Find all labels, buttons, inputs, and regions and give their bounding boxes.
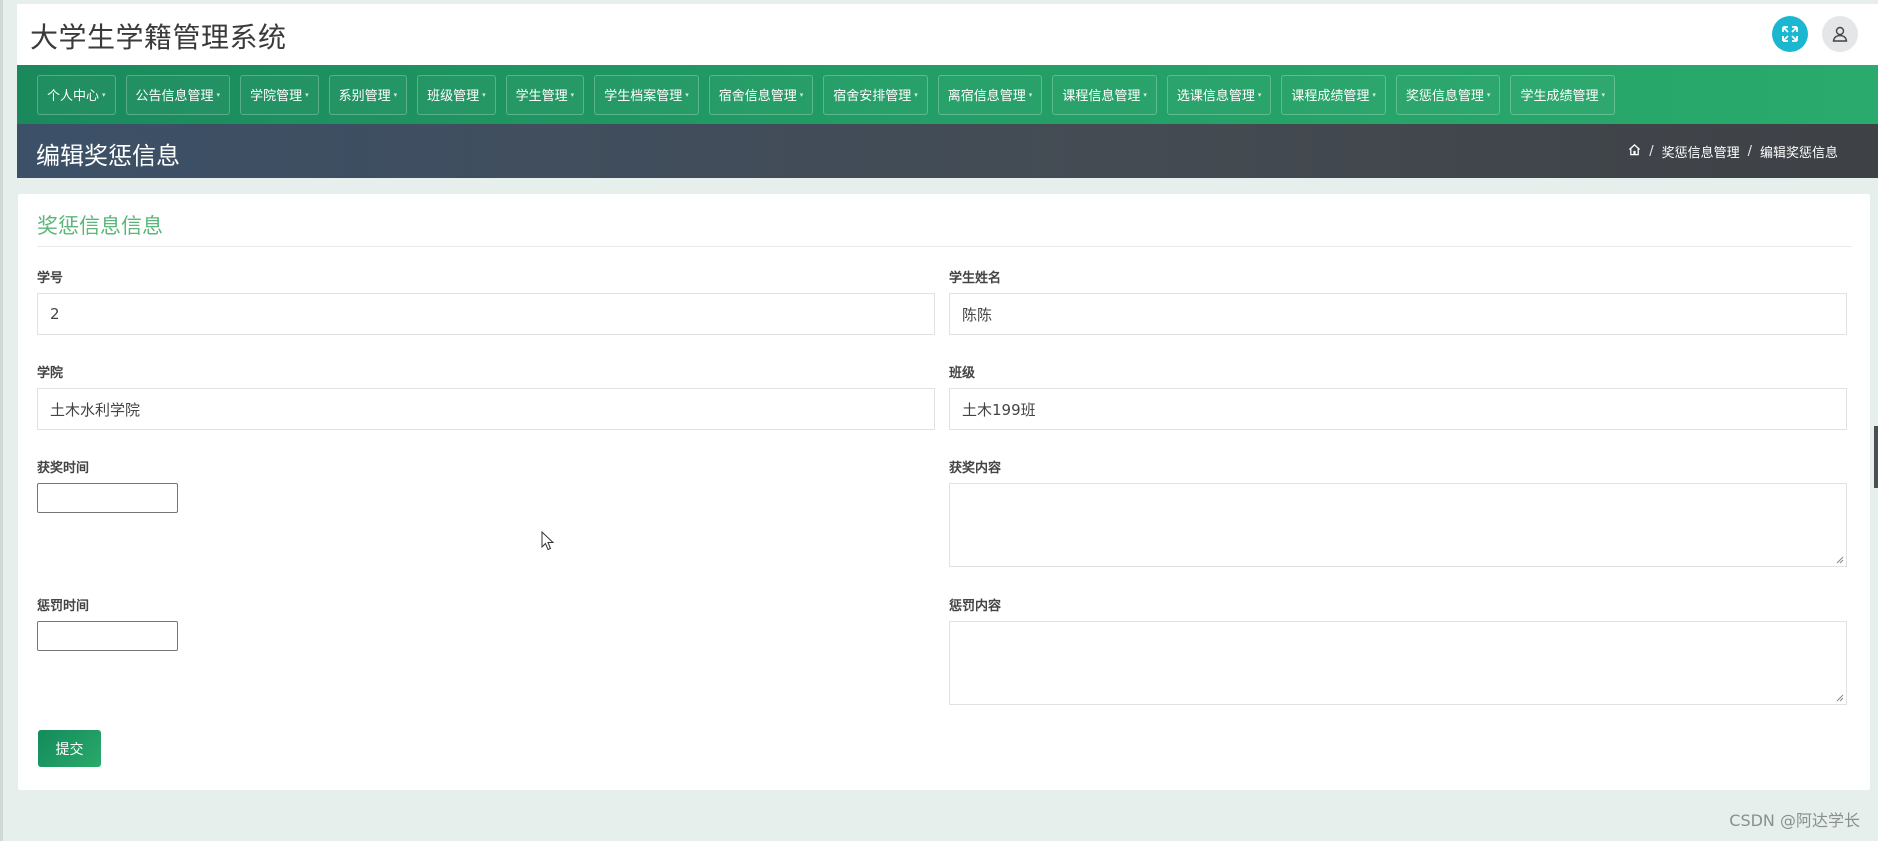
left-edge xyxy=(0,0,3,841)
expand-icon xyxy=(1782,26,1798,42)
caret-down-icon: ▾ xyxy=(1372,90,1376,99)
app-window: 大学生学籍管理系统 个人中心 ▾ 公告信息管理 ▾ 学院管理 ▾ 系别管理 ▾ 班级管理 ▾ 学生管… xyxy=(0,0,1878,841)
nav-item-5[interactable]: 学生管理 ▾ xyxy=(505,74,585,115)
caret-down-icon: ▾ xyxy=(1601,90,1605,99)
mouse-cursor-icon xyxy=(541,531,555,551)
caret-down-icon: ▾ xyxy=(1028,90,1033,99)
award-time-input[interactable] xyxy=(37,483,178,513)
user-icon xyxy=(1832,26,1848,42)
award-content-label: 获奖内容 xyxy=(949,461,1002,476)
top-header: 大学生学籍管理系统 xyxy=(17,4,1878,65)
card-title: 奖惩信息信息 xyxy=(37,214,163,238)
nav-item-14[interactable]: 学生成绩管理 ▾ xyxy=(1510,74,1615,115)
nav-item-12[interactable]: 课程成绩管理 ▾ xyxy=(1281,74,1386,115)
nav-item-0[interactable]: 个人中心 ▾ xyxy=(37,74,116,115)
main-nav: 个人中心 ▾ 公告信息管理 ▾ 学院管理 ▾ 系别管理 ▾ 班级管理 ▾ 学生管理 ▾ 学生档案管理 ▾ 宿… xyxy=(17,65,1878,124)
breadcrumb-separator: / xyxy=(1747,144,1752,159)
nav-item-2[interactable]: 学院管理 ▾ xyxy=(240,74,319,115)
caret-down-icon: ▾ xyxy=(1143,90,1147,99)
nav-item-8[interactable]: 宿舍安排管理 ▾ xyxy=(823,74,928,115)
resize-handle-icon[interactable] xyxy=(1836,556,1844,564)
caret-down-icon: ▾ xyxy=(570,90,575,99)
resize-handle-icon[interactable] xyxy=(1836,694,1844,702)
watermark: CSDN @阿达学长 xyxy=(1729,811,1860,830)
class-field[interactable]: 土木199班 xyxy=(949,388,1847,430)
nav-item-label: 课程成绩管理 xyxy=(1291,89,1370,104)
breadcrumb-item-award-management[interactable]: 奖惩信息管理 xyxy=(1662,142,1740,161)
nav-item-9[interactable]: 离宿信息管理 ▾ xyxy=(937,74,1043,115)
student-id-field[interactable]: 2 xyxy=(37,293,935,335)
page-title: 编辑奖惩信息 xyxy=(36,142,180,170)
caret-down-icon: ▾ xyxy=(305,90,309,99)
home-icon[interactable] xyxy=(1628,143,1641,160)
nav-item-label: 离宿信息管理 xyxy=(947,89,1026,104)
nav-item-11[interactable]: 选课信息管理 ▾ xyxy=(1166,74,1272,115)
award-time-label: 获奖时间 xyxy=(37,461,90,476)
student-name-field[interactable]: 陈陈 xyxy=(949,293,1847,335)
nav-item-3[interactable]: 系别管理 ▾ xyxy=(328,74,408,115)
punish-content-label: 惩罚内容 xyxy=(949,599,1002,614)
nav-item-label: 奖惩信息管理 xyxy=(1405,89,1484,104)
fullscreen-button[interactable] xyxy=(1772,16,1808,52)
punish-time-input[interactable] xyxy=(37,621,178,651)
nav-item-13[interactable]: 奖惩信息管理 ▾ xyxy=(1395,74,1501,115)
divider xyxy=(37,246,1852,247)
nav-item-7[interactable]: 宿舍信息管理 ▾ xyxy=(708,74,814,115)
nav-item-1[interactable]: 公告信息管理 ▾ xyxy=(125,74,231,115)
nav-item-label: 学院管理 xyxy=(250,89,303,104)
nav-item-label: 系别管理 xyxy=(338,89,391,104)
punish-time-label: 惩罚时间 xyxy=(37,599,90,614)
caret-down-icon: ▾ xyxy=(1257,90,1262,99)
nav-item-label: 班级管理 xyxy=(427,89,480,104)
breadcrumb-item-current: 编辑奖惩信息 xyxy=(1759,146,1838,161)
nav-item-10[interactable]: 课程信息管理 ▾ xyxy=(1052,74,1157,115)
caret-down-icon: ▾ xyxy=(393,90,398,99)
college-field[interactable]: 土木水利学院 xyxy=(37,388,935,430)
caret-down-icon: ▾ xyxy=(685,90,689,99)
punish-content-textarea[interactable] xyxy=(949,621,1847,705)
nav-item-label: 学生档案管理 xyxy=(604,89,683,104)
caret-down-icon: ▾ xyxy=(1486,90,1491,99)
nav-item-label: 个人中心 xyxy=(47,89,100,104)
user-menu-button[interactable] xyxy=(1822,16,1858,52)
caret-down-icon: ▾ xyxy=(102,90,106,99)
student-id-label: 学号 xyxy=(37,271,64,286)
nav-item-label: 宿舍信息管理 xyxy=(718,89,797,104)
submit-button[interactable]: 提交 xyxy=(38,730,101,767)
scrollbar-thumb[interactable] xyxy=(1874,426,1878,488)
caret-down-icon: ▾ xyxy=(799,90,804,99)
breadcrumb-separator: / xyxy=(1649,144,1654,159)
student-name-label: 学生姓名 xyxy=(949,271,1002,286)
caret-down-icon: ▾ xyxy=(482,90,486,99)
nav-item-label: 公告信息管理 xyxy=(135,89,214,104)
caret-down-icon: ▾ xyxy=(914,90,918,99)
nav-item-4[interactable]: 班级管理 ▾ xyxy=(417,74,496,115)
form-card: 奖惩信息信息 学号 2 学生姓名 陈陈 学院 土木水利学院 班级 土木199班 … xyxy=(18,194,1870,790)
page-header: 编辑奖惩信息 / 奖惩信息管理 / 编辑奖惩信息 xyxy=(17,124,1878,178)
nav-item-label: 学生成绩管理 xyxy=(1520,89,1599,104)
app-title: 大学生学籍管理系统 xyxy=(30,21,287,54)
nav-item-label: 课程信息管理 xyxy=(1062,89,1141,104)
class-label: 班级 xyxy=(949,366,976,381)
nav-item-6[interactable]: 学生档案管理 ▾ xyxy=(594,74,699,115)
nav-item-label: 学生管理 xyxy=(515,89,568,104)
nav-item-label: 宿舍安排管理 xyxy=(833,89,912,104)
award-content-textarea[interactable] xyxy=(949,483,1847,567)
caret-down-icon: ▾ xyxy=(216,90,221,99)
college-label: 学院 xyxy=(37,366,64,381)
breadcrumb: / 奖惩信息管理 / 编辑奖惩信息 xyxy=(1628,142,1838,161)
nav-item-label: 选课信息管理 xyxy=(1176,89,1255,104)
